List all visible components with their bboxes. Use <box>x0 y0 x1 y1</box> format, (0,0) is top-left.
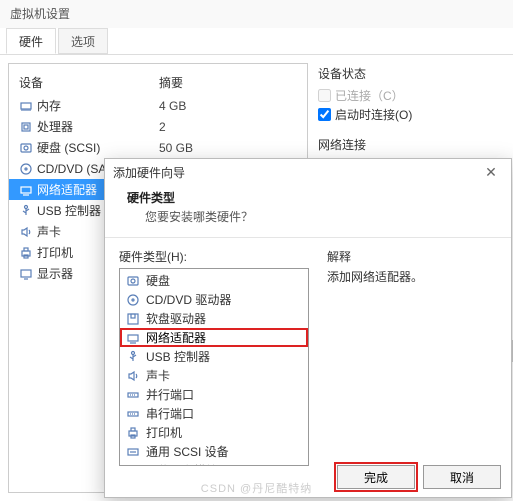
disk-icon <box>126 274 140 288</box>
sound-icon <box>19 225 33 239</box>
hw-item-label: 可信平台模块 <box>146 462 218 466</box>
hw-item-label: 软盘驱动器 <box>146 310 206 327</box>
device-name: USB 控制器 <box>37 202 101 219</box>
wizard-title: 添加硬件向导 <box>113 164 185 181</box>
hw-item[interactable]: 软盘驱动器 <box>120 309 308 328</box>
hw-item[interactable]: 网络适配器 <box>120 328 308 347</box>
hw-item[interactable]: CD/DVD 驱动器 <box>120 290 308 309</box>
scsi-icon <box>126 445 140 459</box>
port-icon <box>126 407 140 421</box>
printer-icon <box>126 426 140 440</box>
floppy-icon <box>126 312 140 326</box>
device-name: 声卡 <box>37 223 61 240</box>
hw-list[interactable]: 硬盘 CD/DVD 驱动器软盘驱动器网络适配器 USB 控制器声卡并行端口串行端口打… <box>119 268 309 466</box>
cancel-button[interactable]: 取消 <box>423 465 501 489</box>
hw-item-label: USB 控制器 <box>146 348 210 365</box>
col-summary: 摘要 <box>159 74 183 91</box>
hw-item[interactable]: 通用 SCSI 设备 <box>120 442 308 461</box>
hw-item-label: 打印机 <box>146 424 182 441</box>
device-summary: 4 GB <box>159 99 186 113</box>
device-summary: 50 GB <box>159 141 193 155</box>
hw-item[interactable]: 声卡 <box>120 366 308 385</box>
cpu-icon <box>19 120 33 134</box>
usb-icon <box>126 350 140 364</box>
hw-item-label: CD/DVD 驱动器 <box>146 291 231 308</box>
port-icon <box>126 388 140 402</box>
device-name: 打印机 <box>37 244 73 261</box>
wizard-subheading: 您要安装哪类硬件？ <box>127 208 493 225</box>
device-row[interactable]: 硬盘 (SCSI) 50 GB <box>9 137 307 158</box>
hw-item[interactable]: 可信平台模块 <box>120 461 308 466</box>
hw-list-label: 硬件类型(H): <box>119 248 309 265</box>
wizard-heading: 硬件类型 <box>127 189 493 206</box>
disk-icon <box>19 141 33 155</box>
hw-item-label: 并行端口 <box>146 386 194 403</box>
hw-item-label: 通用 SCSI 设备 <box>146 443 229 460</box>
tpm-icon <box>126 464 140 467</box>
hw-item[interactable]: 并行端口 <box>120 385 308 404</box>
display-icon <box>19 267 33 281</box>
memory-icon <box>19 99 33 113</box>
hw-item[interactable]: 硬盘 <box>120 271 308 290</box>
add-hardware-wizard: 添加硬件向导 ✕ 硬件类型 您要安装哪类硬件？ 硬件类型(H): 硬盘 CD/DV… <box>104 158 512 498</box>
hw-item[interactable]: USB 控制器 <box>120 347 308 366</box>
device-name: 硬盘 (SCSI) <box>37 139 100 156</box>
tabs: 硬件 选项 <box>0 28 513 55</box>
hw-item-label: 声卡 <box>146 367 170 384</box>
hw-item[interactable]: 串行端口 <box>120 404 308 423</box>
device-name: 网络适配器 <box>37 181 97 198</box>
cd-icon <box>126 293 140 307</box>
device-status-group: 设备状态 已连接（C） 启动时连接(O) <box>318 65 505 124</box>
connected-checkbox[interactable]: 已连接（C） <box>318 86 505 105</box>
device-name: 内存 <box>37 97 61 114</box>
printer-icon <box>19 246 33 260</box>
close-icon[interactable]: ✕ <box>479 164 503 181</box>
device-name: 处理器 <box>37 118 73 135</box>
hw-item-label: 串行端口 <box>146 405 194 422</box>
device-row[interactable]: 内存 4 GB <box>9 95 307 116</box>
sound-icon <box>126 369 140 383</box>
explain-text: 添加网络适配器。 <box>327 268 497 285</box>
usb-icon <box>19 204 33 218</box>
hw-item-label: 网络适配器 <box>146 329 206 346</box>
device-name: 显示器 <box>37 265 73 282</box>
explain-label: 解释 <box>327 248 497 265</box>
cd-icon <box>19 162 33 176</box>
net-icon <box>126 331 140 345</box>
col-device: 设备 <box>19 74 159 91</box>
net-icon <box>19 183 33 197</box>
connect-on-power-input[interactable] <box>318 108 331 121</box>
network-title: 网络连接 <box>318 136 505 153</box>
hw-item[interactable]: 打印机 <box>120 423 308 442</box>
connect-on-power-checkbox[interactable]: 启动时连接(O) <box>318 105 505 124</box>
status-title: 设备状态 <box>318 65 505 82</box>
tab-hardware[interactable]: 硬件 <box>6 28 56 54</box>
connected-input <box>318 89 331 102</box>
device-row[interactable]: 处理器 2 <box>9 116 307 137</box>
hw-item-label: 硬盘 <box>146 272 170 289</box>
device-summary: 2 <box>159 120 166 134</box>
finish-button[interactable]: 完成 <box>337 465 415 489</box>
tab-options[interactable]: 选项 <box>58 28 108 54</box>
window-title: 虚拟机设置 <box>0 0 513 28</box>
watermark: CSDN @丹尼酷特纳 <box>201 480 312 496</box>
